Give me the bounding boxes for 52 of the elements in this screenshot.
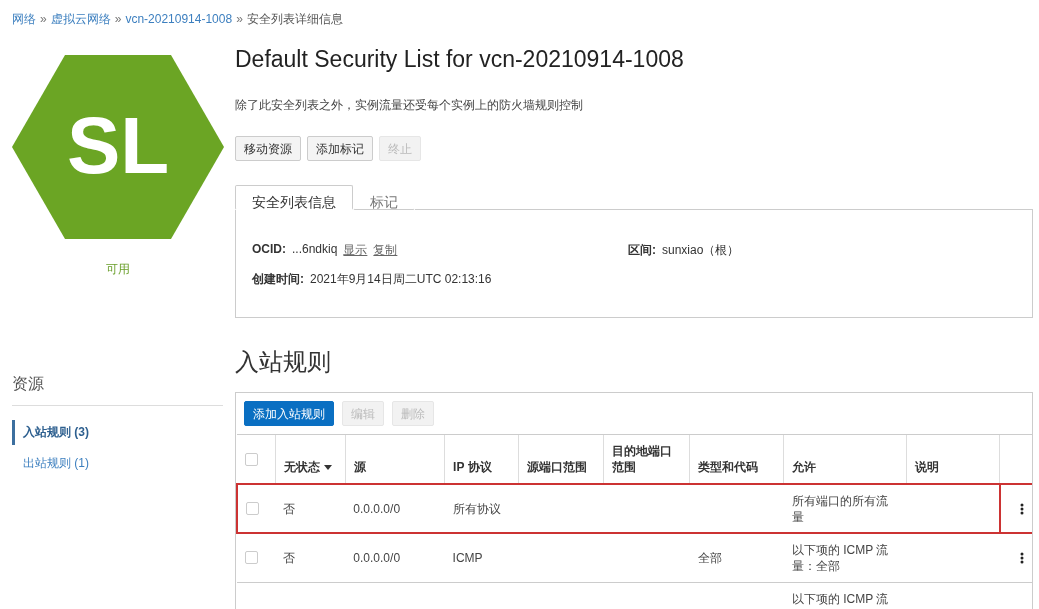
page-title: Default Security List for vcn-20210914-1008 [235, 46, 685, 73]
column-header: 目的地端口范围 [612, 444, 673, 474]
sort-header[interactable]: 无状态 [283, 460, 332, 474]
field-value: ...6ndkiq [292, 242, 338, 258]
breadcrumb-link[interactable]: 网络 [12, 10, 36, 28]
breadcrumb-link[interactable]: vcn-20210914-1008 [125, 12, 233, 26]
resources-title: 资源 [12, 374, 223, 406]
show-link[interactable]: 显示 [343, 242, 368, 259]
sidebar-item[interactable]: 入站规则 (3) [12, 420, 235, 445]
table-cell: 否 [283, 501, 296, 516]
table-cell: 否 [283, 550, 296, 565]
column-header: 源端口范围 [527, 460, 587, 474]
table-cell: 0.0.0.0/0 [353, 550, 401, 565]
hexagon-logo: SL [12, 55, 224, 239]
breadcrumb-separator: » [236, 12, 243, 26]
breadcrumb-current: 安全列表详细信息 [246, 10, 343, 28]
field-label: 创建时间: [252, 271, 304, 288]
select-all-checkbox[interactable] [245, 452, 258, 466]
caret-icon [323, 465, 332, 471]
tab[interactable]: 标记 [353, 185, 415, 210]
field-label: OCID: [252, 242, 286, 258]
table-cell: 0.0.0.0/0 [353, 501, 401, 516]
section-title: 入站规则 [235, 347, 332, 377]
action-button[interactable]: 移动资源 [235, 136, 301, 161]
tab[interactable]: 安全列表信息 [235, 185, 353, 210]
breadcrumb-link[interactable]: 虚拟云网络 [50, 10, 111, 28]
more-icon[interactable] [1020, 551, 1024, 564]
table-cell: 以下项的 ICMP 流量：全部 [791, 542, 889, 573]
field-label: 区间: [628, 242, 656, 259]
column-header: 允许 [792, 460, 817, 474]
column-header: 类型和代码 [698, 460, 759, 474]
copy-link[interactable]: 复制 [373, 242, 398, 259]
more-icon[interactable] [1020, 502, 1024, 515]
status-label: 可用 [105, 261, 131, 278]
toolbar-button[interactable]: 添加入站规则 [244, 401, 334, 426]
field-value: 2021年9月14日周二UTC 02:13:16 [310, 271, 492, 288]
column-header: IP 协议 [453, 460, 492, 474]
column-header: 源 [353, 460, 366, 474]
breadcrumb-separator: » [40, 12, 47, 26]
column-header: 说明 [914, 460, 939, 474]
sidebar-item[interactable]: 出站规则 (1) [12, 451, 235, 476]
table-cell: 所有端口的所有流量 [791, 493, 888, 524]
description: 除了此安全列表之外，实例流量还受每个实例上的防火墙规则控制 [235, 97, 584, 114]
table-cell: 所有协议 [452, 501, 501, 516]
table-cell: 全部 [697, 550, 722, 565]
row-checkbox[interactable] [245, 551, 258, 565]
row-checkbox[interactable] [246, 502, 259, 515]
table-cell: 以下项的 ICMP 流 [791, 591, 889, 606]
field-value: sunxiao（根） [662, 242, 740, 259]
table-cell: ICMP [452, 550, 483, 565]
action-button[interactable]: 添加标记 [307, 136, 373, 161]
breadcrumb-separator: » [114, 12, 122, 26]
